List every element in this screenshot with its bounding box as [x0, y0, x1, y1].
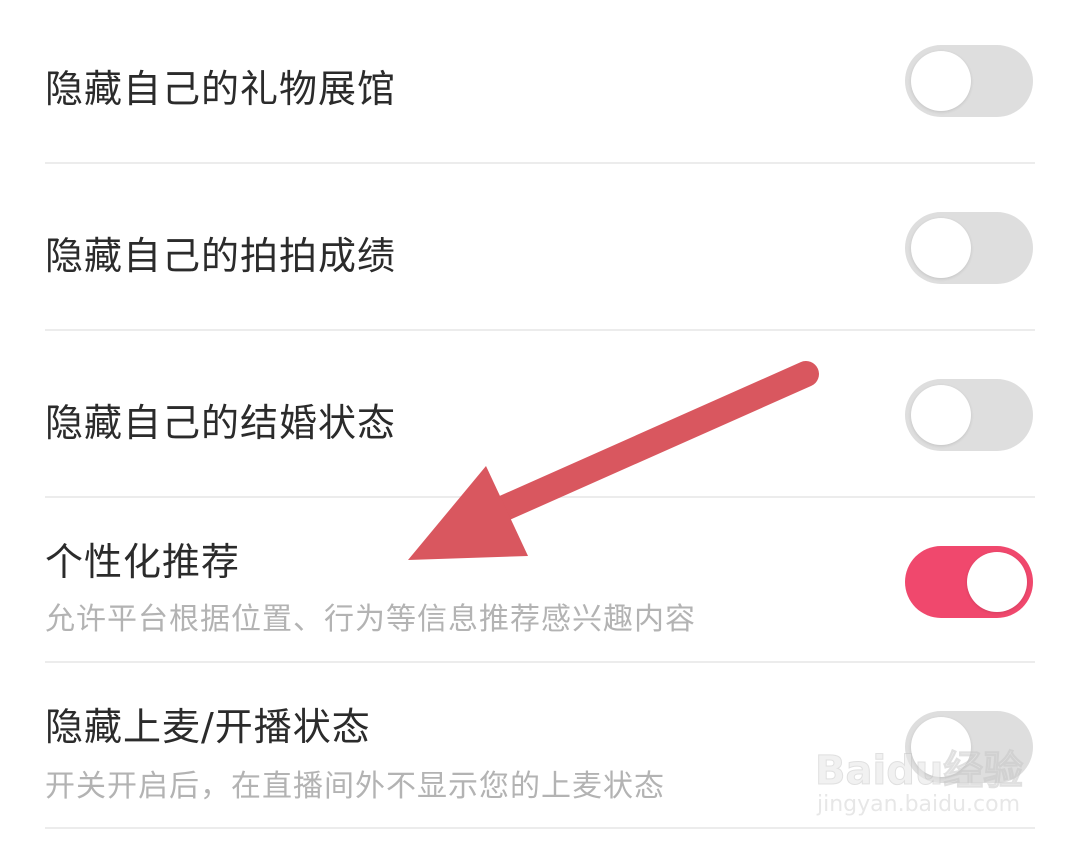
- watermark-brand: Baidu经验: [814, 748, 1024, 795]
- setting-row-hide-gift-gallery: 隐藏自己的礼物展馆: [0, 0, 1068, 164]
- setting-title: 隐藏自己的结婚状态: [45, 401, 397, 445]
- watermark-logo: Baidu经验 jingyan.baidu.com: [814, 730, 1025, 825]
- setting-description: 允许平台根据位置、行为等信息推荐感兴趣内容: [45, 602, 696, 637]
- setting-row-personalized-recommendation: 个性化推荐 允许平台根据位置、行为等信息推荐感兴趣内容: [0, 498, 1068, 662]
- setting-title: 隐藏自己的拍拍成绩: [45, 234, 397, 278]
- watermark-url: jingyan.baidu.com: [817, 792, 1021, 817]
- setting-description: 开关开启后，在直播间外不显示您的上麦状态: [45, 769, 665, 804]
- toggle-hide-marriage-status[interactable]: [905, 379, 1033, 451]
- toggle-knob: [911, 385, 971, 445]
- toggle-hide-paipai-score[interactable]: [905, 212, 1033, 284]
- setting-title: 隐藏自己的礼物展馆: [45, 67, 397, 111]
- setting-title: 个性化推荐: [45, 540, 241, 584]
- toggle-knob: [911, 218, 971, 278]
- toggle-personalized-recommendation[interactable]: [905, 546, 1033, 618]
- setting-row-hide-paipai-score: 隐藏自己的拍拍成绩: [0, 164, 1068, 330]
- setting-title: 隐藏上麦/开播状态: [45, 705, 371, 749]
- toggle-hide-gift-gallery[interactable]: [905, 45, 1033, 117]
- setting-row-hide-marriage-status: 隐藏自己的结婚状态: [0, 331, 1068, 497]
- divider: [45, 827, 1035, 829]
- toggle-knob: [911, 51, 971, 111]
- toggle-knob: [967, 552, 1027, 612]
